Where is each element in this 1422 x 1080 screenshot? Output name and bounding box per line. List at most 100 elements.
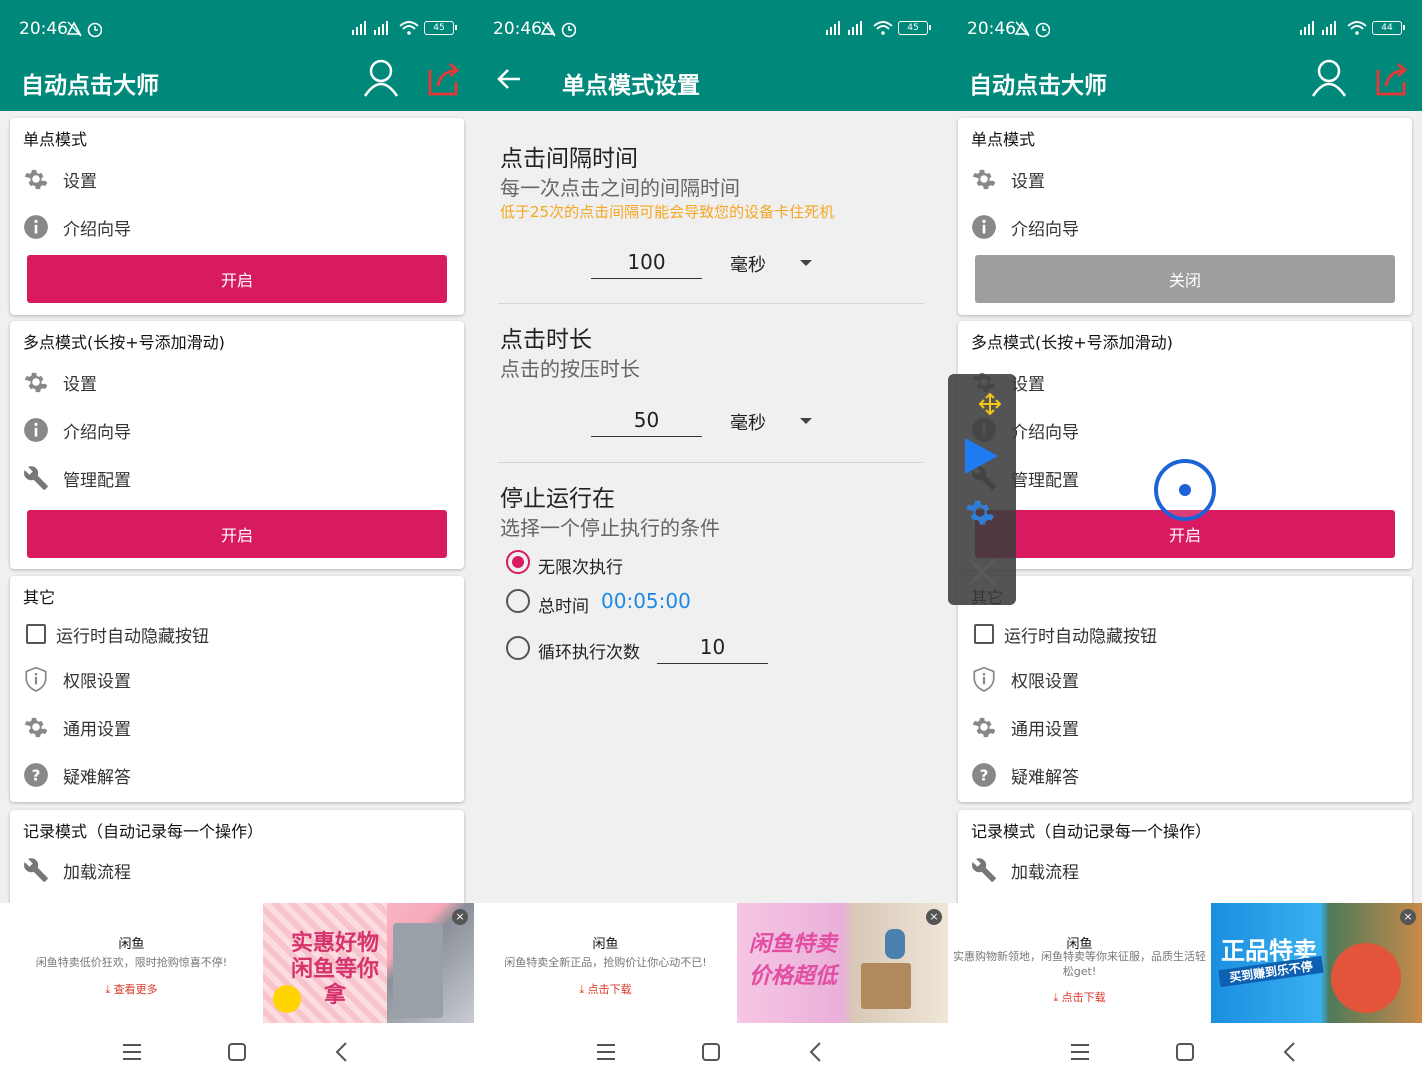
item-label: 介绍向导 bbox=[63, 422, 131, 443]
click-target-marker[interactable] bbox=[1154, 459, 1216, 521]
single-start-button[interactable]: 开启 bbox=[27, 255, 447, 303]
ad-brand: 闲鱼 bbox=[118, 937, 145, 952]
app-title: 自动点击大师 bbox=[21, 73, 159, 99]
user-icon[interactable] bbox=[362, 58, 400, 98]
home-icon[interactable] bbox=[226, 1041, 248, 1063]
ad-image[interactable]: 实惠好物 闲鱼等你拿 × bbox=[263, 903, 474, 1023]
radio-infinite[interactable] bbox=[506, 550, 530, 574]
play-icon[interactable] bbox=[962, 436, 1000, 476]
item-label: 权限设置 bbox=[63, 671, 131, 692]
autohide-checkbox-item[interactable]: 运行时自动隐藏按钮 bbox=[971, 619, 1157, 649]
single-guide-item[interactable]: 介绍向导 bbox=[971, 212, 1079, 242]
arrow-back-icon[interactable] bbox=[494, 64, 524, 94]
ad-banner[interactable]: 闲鱼 实惠购物新领地，闲鱼特卖等你来征服，品质生活轻松get! ⤓ 点击下载 正… bbox=[948, 903, 1422, 1023]
chevron-down-icon[interactable] bbox=[800, 260, 812, 266]
ad-image[interactable]: 闲鱼特卖 价格超低 × bbox=[737, 903, 948, 1023]
ad-banner[interactable]: 闲鱼 闲鱼特卖全新正品，抢购价让你心动不已! ⤓ 点击下载 闲鱼特卖 价格超低 … bbox=[474, 903, 948, 1023]
autohide-checkbox-item[interactable]: 运行时自动隐藏按钮 bbox=[23, 619, 209, 649]
gear-icon bbox=[971, 714, 997, 740]
load-flow-item[interactable]: 加载流程 bbox=[971, 855, 1079, 885]
svg-text:?: ? bbox=[32, 766, 41, 784]
gear-icon[interactable] bbox=[964, 496, 996, 528]
checkbox[interactable] bbox=[974, 624, 994, 644]
multi-manage-item[interactable]: 管理配置 bbox=[23, 463, 131, 493]
signal-icon bbox=[1300, 21, 1336, 35]
svg-text:?: ? bbox=[980, 766, 989, 784]
single-settings-item[interactable]: 设置 bbox=[23, 164, 97, 194]
single-stop-button[interactable]: 关闭 bbox=[975, 255, 1395, 303]
total-time-value[interactable]: 00:05:00 bbox=[601, 589, 691, 613]
single-mode-card: 单点模式 设置 介绍向导 开启 bbox=[10, 118, 464, 315]
ad-cta-link[interactable]: ⤓ 查看更多 bbox=[0, 981, 263, 997]
download-icon: ⤓ bbox=[105, 983, 114, 996]
ad-cta-link[interactable]: ⤓ 点击下载 bbox=[948, 989, 1211, 1005]
status-time: 20:46 bbox=[493, 19, 542, 39]
duration-unit[interactable]: 毫秒 bbox=[730, 409, 766, 435]
shield-icon bbox=[23, 666, 49, 692]
faq-item[interactable]: ? 疑难解答 bbox=[971, 760, 1079, 790]
alarm-icon bbox=[540, 20, 577, 42]
interval-input[interactable]: 100 bbox=[591, 245, 702, 279]
close-icon[interactable]: × bbox=[1400, 909, 1416, 925]
ad-banner[interactable]: 闲鱼 闲鱼特卖低价狂欢，限时抢购惊喜不停! ⤓ 查看更多 实惠好物 闲鱼等你拿 … bbox=[0, 903, 474, 1023]
loop-count-input[interactable]: 10 bbox=[657, 630, 768, 664]
ad-slogan: 闲鱼特卖 价格超低 bbox=[748, 932, 837, 989]
move-icon[interactable] bbox=[978, 392, 1002, 416]
wifi-icon bbox=[873, 21, 893, 35]
menu-icon[interactable] bbox=[121, 1041, 143, 1063]
item-label: 管理配置 bbox=[1011, 470, 1079, 491]
single-settings-item[interactable]: 设置 bbox=[971, 164, 1045, 194]
ad-text: 闲鱼 实惠购物新领地，闲鱼特卖等你来征服，品质生活轻松get! ⤓ 点击下载 bbox=[948, 903, 1211, 1023]
interval-unit[interactable]: 毫秒 bbox=[730, 251, 766, 277]
multi-start-button[interactable]: 开启 bbox=[27, 510, 447, 558]
ad-text: 闲鱼 闲鱼特卖低价狂欢，限时抢购惊喜不停! ⤓ 查看更多 bbox=[0, 903, 263, 1023]
ad-cta-link[interactable]: ⤓ 点击下载 bbox=[474, 981, 737, 997]
back-nav-icon[interactable] bbox=[1279, 1041, 1301, 1063]
radio-infinite-label[interactable]: 无限次执行 bbox=[538, 553, 623, 578]
close-icon[interactable] bbox=[966, 556, 998, 588]
ad-image[interactable]: 正品特卖 买到赚到乐不停 × bbox=[1211, 903, 1422, 1023]
menu-icon[interactable] bbox=[1069, 1041, 1091, 1063]
gear-icon bbox=[971, 166, 997, 192]
settings-content: 点击间隔时间 每一次点击之间的间隔时间 低于25次的点击间隔可能会导致您的设备卡… bbox=[474, 111, 948, 903]
item-label: 介绍向导 bbox=[1011, 219, 1079, 240]
multi-settings-item[interactable]: 设置 bbox=[23, 367, 97, 397]
permission-item[interactable]: 权限设置 bbox=[971, 664, 1079, 694]
share-icon[interactable] bbox=[1372, 60, 1410, 98]
home-icon[interactable] bbox=[700, 1041, 722, 1063]
load-flow-item[interactable]: 加载流程 bbox=[23, 855, 131, 885]
back-nav-icon[interactable] bbox=[331, 1041, 353, 1063]
close-icon[interactable]: × bbox=[452, 909, 468, 925]
item-label: 设置 bbox=[63, 171, 97, 192]
menu-icon[interactable] bbox=[595, 1041, 617, 1063]
card-title: 单点模式 bbox=[971, 130, 1036, 149]
faq-item[interactable]: ? 疑难解答 bbox=[23, 760, 131, 790]
app-bar: 单点模式设置 bbox=[474, 58, 948, 111]
permission-item[interactable]: 权限设置 bbox=[23, 664, 131, 694]
wifi-icon bbox=[1347, 21, 1367, 35]
checkbox[interactable] bbox=[26, 624, 46, 644]
radio-total-time-label[interactable]: 总时间 bbox=[538, 592, 589, 617]
status-time: 20:46 bbox=[967, 19, 1016, 39]
multi-guide-item[interactable]: 介绍向导 bbox=[23, 415, 131, 445]
general-settings-item[interactable]: 通用设置 bbox=[23, 712, 131, 742]
duration-input[interactable]: 50 bbox=[591, 403, 702, 437]
single-guide-item[interactable]: 介绍向导 bbox=[23, 212, 131, 242]
close-icon[interactable]: × bbox=[926, 909, 942, 925]
item-label: 设置 bbox=[1011, 171, 1045, 192]
radio-total-time[interactable] bbox=[506, 589, 530, 613]
back-nav-icon[interactable] bbox=[805, 1041, 827, 1063]
general-settings-item[interactable]: 通用设置 bbox=[971, 712, 1079, 742]
app-title: 自动点击大师 bbox=[969, 73, 1107, 99]
home-icon[interactable] bbox=[1174, 1041, 1196, 1063]
item-label: 介绍向导 bbox=[1011, 422, 1079, 443]
radio-loop[interactable] bbox=[506, 636, 530, 660]
ad-brand: 闲鱼 bbox=[592, 937, 619, 952]
duration-title: 点击时长 bbox=[500, 327, 592, 353]
radio-loop-label[interactable]: 循环执行次数 bbox=[538, 638, 640, 663]
floating-control-panel[interactable] bbox=[948, 374, 1016, 605]
user-icon[interactable] bbox=[1310, 58, 1348, 98]
chevron-down-icon[interactable] bbox=[800, 418, 812, 424]
signal-icon bbox=[826, 21, 862, 35]
share-icon[interactable] bbox=[424, 60, 462, 98]
